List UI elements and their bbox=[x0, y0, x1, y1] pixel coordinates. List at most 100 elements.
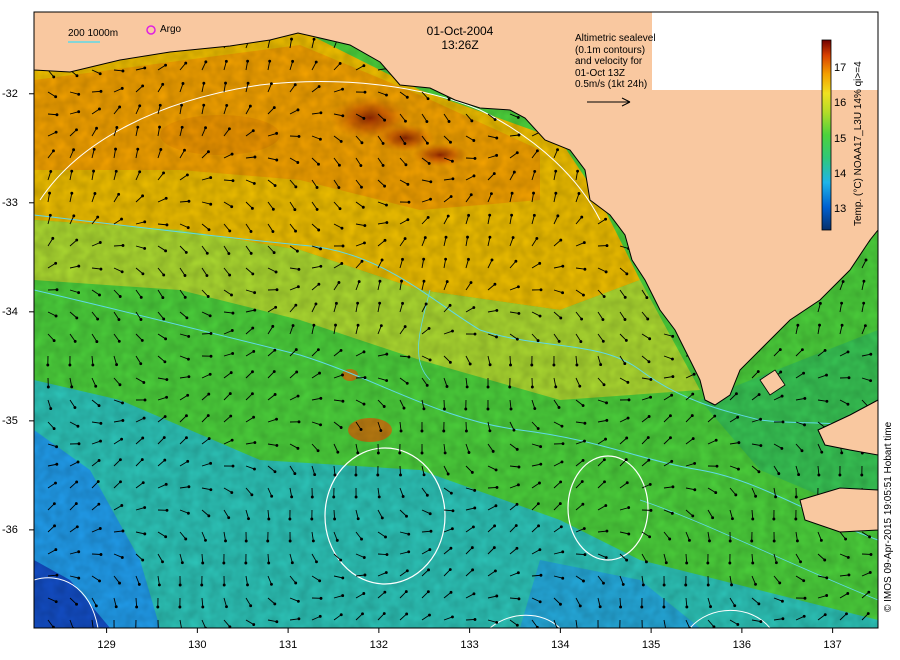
velocity-arrow-head bbox=[209, 461, 213, 465]
map-title: 01-Oct-2004 13:26Z bbox=[425, 24, 495, 52]
x-tick-label: 133 bbox=[460, 639, 479, 651]
velocity-arrow-head bbox=[627, 398, 631, 402]
velocity-arrow-head bbox=[75, 316, 79, 320]
velocity-arrow-head bbox=[647, 458, 651, 462]
x-tick-label: 137 bbox=[823, 639, 842, 651]
velocity-arrow-head bbox=[648, 535, 652, 539]
velocity-arrow-head bbox=[120, 504, 124, 507]
velocity-arrow-head bbox=[714, 438, 718, 442]
velocity-arrow-head bbox=[428, 613, 431, 617]
velocity-arrow-head bbox=[55, 288, 59, 292]
velocity-arrow-head bbox=[185, 173, 189, 177]
velocity-arrow-head bbox=[383, 590, 387, 594]
velocity-arrow-head bbox=[230, 293, 233, 297]
velocity-arrow-head bbox=[684, 583, 688, 587]
velocity-arrow-head bbox=[602, 295, 606, 298]
velocity-arrow-head bbox=[536, 427, 540, 430]
velocity-arrow-head bbox=[317, 162, 320, 166]
velocity-arrow-head bbox=[162, 436, 166, 440]
velocity-arrow-head bbox=[797, 473, 801, 477]
velocity-arrow-head bbox=[76, 424, 80, 428]
velocity-arrow-head bbox=[536, 502, 540, 506]
velocity-arrow-head bbox=[401, 494, 405, 498]
no-data-area bbox=[652, 12, 878, 90]
velocity-arrow-head bbox=[473, 156, 477, 160]
velocity-arrow-head bbox=[470, 470, 474, 474]
velocity-arrow-head bbox=[156, 605, 160, 609]
velocity-arrow-head bbox=[271, 324, 275, 328]
velocity-arrow-head bbox=[803, 423, 806, 427]
velocity-arrow-head bbox=[382, 612, 386, 615]
velocity-arrow-head bbox=[561, 442, 565, 446]
velocity-arrow-head bbox=[405, 569, 409, 573]
velocity-arrow-head bbox=[164, 337, 168, 341]
velocity-arrow-head bbox=[530, 363, 534, 367]
velocity-arrow-head bbox=[139, 295, 143, 299]
velocity-arrow-head bbox=[271, 230, 275, 233]
velocity-arrow-head bbox=[157, 583, 161, 587]
velocity-arrow-head bbox=[341, 399, 345, 403]
velocity-arrow-head bbox=[187, 485, 191, 489]
velocity-arrow-head bbox=[671, 334, 675, 338]
velocity-arrow-head bbox=[863, 324, 867, 328]
velocity-arrow-head bbox=[54, 314, 58, 318]
velocity-arrow-head bbox=[118, 383, 122, 387]
velocity-arrow-head bbox=[561, 550, 565, 554]
velocity-arrow-head bbox=[405, 95, 409, 99]
x-tick-label: 130 bbox=[188, 639, 207, 651]
velocity-arrow-head bbox=[94, 384, 98, 388]
velocity-arrow-head bbox=[423, 236, 427, 240]
argo-label: Argo bbox=[160, 24, 182, 35]
velocity-arrow-head bbox=[46, 363, 50, 367]
velocity-arrow-head bbox=[802, 579, 806, 583]
velocity-arrow-head bbox=[296, 394, 300, 398]
velocity-arrow-head bbox=[473, 506, 477, 510]
velocity-arrow-head bbox=[310, 495, 314, 499]
velocity-arrow-head bbox=[818, 323, 821, 327]
velocity-arrow-head bbox=[517, 133, 521, 137]
velocity-arrow-head bbox=[818, 301, 822, 305]
velocity-arrow-head bbox=[601, 318, 605, 321]
y-tick-label: -32 bbox=[2, 87, 18, 100]
velocity-arrow-head bbox=[95, 126, 99, 130]
velocity-arrow-head bbox=[576, 169, 580, 173]
velocity-arrow-head bbox=[802, 371, 806, 375]
velocity-arrow-head bbox=[385, 553, 389, 557]
velocity-arrow-head bbox=[267, 517, 271, 521]
velocity-arrow-head bbox=[186, 511, 190, 515]
velocity-arrow-head bbox=[449, 546, 453, 550]
velocity-arrow-head bbox=[184, 61, 188, 65]
velocity-arrow-head bbox=[603, 480, 606, 484]
velocity-arrow-head bbox=[493, 282, 497, 286]
velocity-arrow-head bbox=[840, 451, 844, 455]
velocity-arrow-head bbox=[469, 281, 473, 284]
velocity-arrow-head bbox=[495, 136, 499, 140]
velocity-arrow-head bbox=[252, 415, 256, 419]
velocity-arrow-head bbox=[340, 262, 344, 265]
velocity-arrow-head bbox=[187, 334, 191, 338]
x-tick-label: 129 bbox=[97, 639, 116, 651]
velocity-arrow-head bbox=[404, 163, 408, 167]
velocity-arrow-head bbox=[164, 196, 168, 200]
velocity-arrow-head bbox=[54, 130, 58, 134]
velocity-arrow-head bbox=[337, 281, 341, 284]
velocity-arrow-head bbox=[517, 465, 521, 469]
velocity-arrow-head bbox=[339, 426, 343, 429]
velocity-arrow-head bbox=[554, 191, 558, 195]
velocity-arrow-head bbox=[825, 399, 829, 403]
velocity-arrow-head bbox=[401, 301, 405, 305]
velocity-arrow-head bbox=[204, 538, 207, 542]
velocity-arrow-head bbox=[533, 169, 537, 173]
velocity-arrow-head bbox=[488, 213, 492, 217]
velocity-arrow-head bbox=[273, 348, 277, 352]
velocity-arrow-head bbox=[646, 436, 650, 440]
velocity-arrow-head bbox=[54, 261, 58, 265]
legend-line: 01-Oct 13Z bbox=[575, 67, 626, 79]
velocity-arrow-head bbox=[662, 605, 666, 609]
velocity-arrow-head bbox=[559, 480, 563, 484]
velocity-arrow-head bbox=[136, 125, 140, 129]
velocity-arrow-head bbox=[794, 495, 798, 499]
velocity-arrow-head bbox=[473, 618, 477, 621]
velocity-arrow-head bbox=[825, 576, 829, 580]
velocity-arrow-head bbox=[118, 105, 122, 109]
